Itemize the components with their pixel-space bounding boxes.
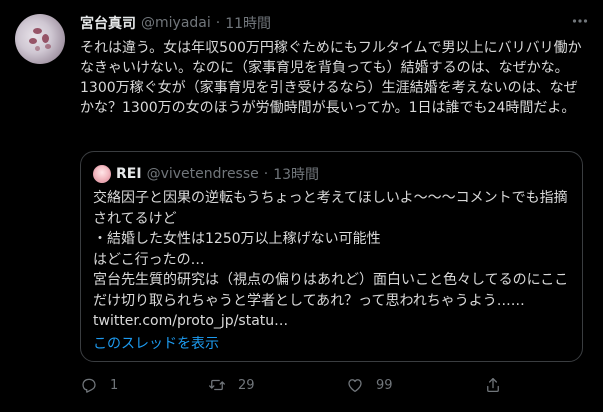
quoted-tweet-timestamp: 13時間: [273, 167, 320, 183]
tweet-timestamp[interactable]: 11時間: [225, 13, 271, 33]
more-icon[interactable]: [571, 12, 589, 34]
retweet-button[interactable]: 29: [208, 376, 255, 394]
quoted-tweet-header: REI @vivetendresse · 13時間: [93, 164, 319, 184]
quoted-header-separator: ·: [263, 166, 269, 182]
more-icon-svg: [572, 19, 588, 23]
tweet-header: 宮台真司 @miyadai · 11時間: [80, 12, 563, 34]
header-separator: ·: [215, 15, 221, 31]
quoted-tweet-card[interactable]: REI @vivetendresse · 13時間 交絡因子と因果の逆転もうちょ…: [80, 151, 583, 362]
show-thread-link[interactable]: このスレッドを表示: [93, 333, 219, 353]
like-count: 99: [376, 377, 393, 393]
like-button[interactable]: 99: [346, 376, 393, 394]
quoted-author-name: REI: [116, 166, 142, 182]
reply-button[interactable]: 1: [80, 376, 118, 394]
heart-icon: [348, 379, 362, 393]
reply-icon: [82, 378, 96, 393]
share-icon: [487, 377, 499, 393]
quoted-author-avatar: [93, 165, 111, 183]
author-handle[interactable]: @miyadai: [141, 15, 211, 31]
quoted-tweet-text: 交絡因子と因果の逆転もうちょっと考えてほしいよ〜〜〜コメントでも指摘されてるけど…: [93, 190, 569, 329]
retweet-count: 29: [238, 377, 255, 393]
share-button[interactable]: [484, 376, 514, 394]
author-name[interactable]: 宮台真司: [80, 13, 136, 33]
tweet-actions: 1 29 99: [80, 376, 590, 398]
tweet-text: それは違う。女は年収500万円稼ぐためにもフルタイムで男以上にバリバリ働かなきゃ…: [80, 40, 582, 116]
user-avatar[interactable]: [15, 14, 65, 64]
quoted-author-handle: @vivetendresse: [146, 166, 259, 182]
retweet-icon: [209, 379, 225, 391]
reply-count: 1: [110, 377, 119, 393]
